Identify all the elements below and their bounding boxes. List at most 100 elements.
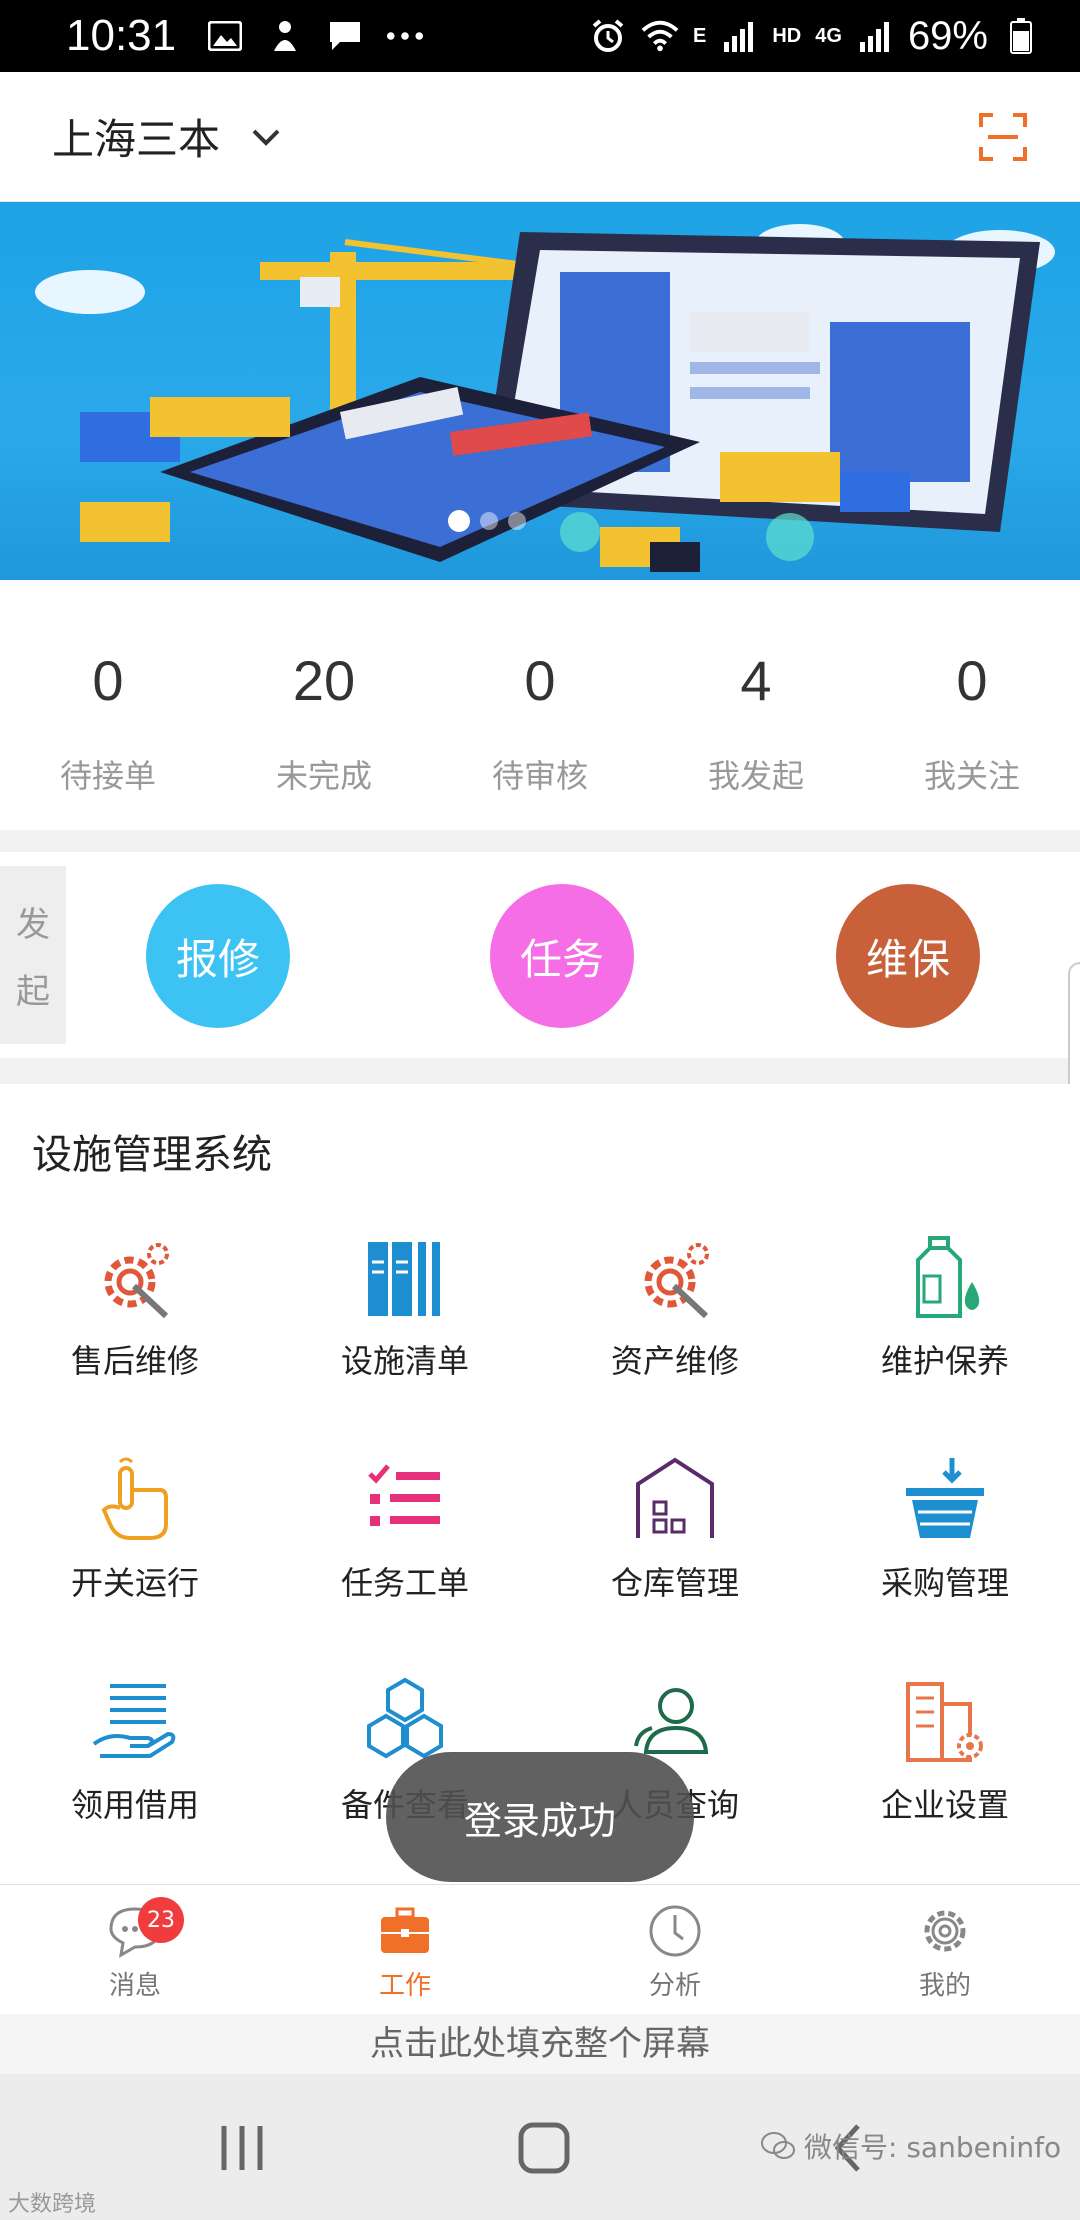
initiate-tab: 发 起 — [0, 866, 66, 1044]
module-label: 任务工单 — [340, 1564, 469, 1602]
status-right: E HD 4G 69% — [589, 14, 1040, 59]
scan-icon[interactable] — [978, 112, 1028, 162]
top-header: 上海三本 — [0, 72, 1080, 202]
stat-label: 我关注 — [923, 757, 1020, 795]
stat-pending-review[interactable]: 0 待审核 — [432, 580, 648, 830]
hd-label: HD — [772, 24, 802, 47]
nav-analysis[interactable]: 分析 — [540, 1885, 810, 2014]
settings-icon — [924, 1910, 966, 1952]
stat-initiated[interactable]: 4 我发起 — [648, 580, 864, 830]
repair-button[interactable]: 报修 — [146, 884, 290, 1028]
nav-label: 分析 — [648, 1971, 701, 2001]
wechat-icon — [761, 2132, 795, 2159]
module-procurement[interactable]: 采购管理 — [810, 1454, 1080, 1614]
nav-label: 工作 — [378, 1971, 431, 2001]
stat-value: 4 — [740, 649, 772, 712]
status-bar: 10:31 E HD 4G 69% — [0, 0, 1080, 72]
network-type-label: 4G — [815, 24, 842, 47]
nav-label: 我的 — [918, 1971, 971, 2001]
carousel-dot[interactable] — [508, 512, 526, 530]
signal-icon — [856, 19, 894, 53]
module-label: 售后维修 — [70, 1342, 199, 1380]
module-label: 企业设置 — [880, 1786, 1009, 1824]
stat-incomplete[interactable]: 20 未完成 — [216, 580, 432, 830]
module-label: 领用借用 — [70, 1786, 199, 1824]
module-label: 采购管理 — [880, 1564, 1009, 1602]
hand-pointer-icon — [101, 1457, 168, 1540]
module-label: 资产维修 — [610, 1342, 739, 1380]
people-icon — [634, 1688, 709, 1754]
module-warehouse[interactable]: 仓库管理 — [540, 1454, 810, 1614]
basket-icon — [906, 1458, 984, 1538]
alarm-icon — [589, 19, 627, 53]
clock-icon — [649, 1905, 701, 1957]
watermark-left: 大数跨境 — [8, 2192, 97, 2217]
stat-label: 我发起 — [707, 757, 804, 795]
gear-wrench-icon — [644, 1243, 709, 1319]
checklist-icon — [368, 1464, 440, 1526]
image-icon — [206, 19, 244, 53]
stat-value: 0 — [956, 649, 988, 712]
carousel-dot[interactable] — [480, 512, 498, 530]
nav-messages[interactable]: 23 消息 — [0, 1885, 270, 2014]
initiate-tab-char: 发 — [16, 905, 50, 945]
section-title: 设施管理系统 — [32, 1132, 272, 1178]
stat-value: 0 — [92, 649, 124, 712]
oil-bottle-icon — [916, 1236, 980, 1318]
nav-work[interactable]: 工作 — [270, 1885, 540, 2014]
module-task-order[interactable]: 任务工单 — [270, 1454, 540, 1614]
stat-value: 20 — [292, 649, 356, 712]
battery-percent: 69% — [907, 13, 988, 58]
stat-pending-accept[interactable]: 0 待接单 — [0, 580, 216, 830]
module-switch-operation[interactable]: 开关运行 — [0, 1454, 270, 1614]
chevron-down-icon[interactable] — [248, 119, 284, 155]
app-notification-icon — [266, 19, 304, 53]
gear-wrench-icon — [104, 1243, 169, 1319]
bottom-nav: 23 消息 工作 分析 我的 — [0, 1884, 1080, 2014]
stat-label: 未完成 — [275, 757, 372, 795]
stat-followed[interactable]: 0 我关注 — [864, 580, 1080, 830]
watermark: 微信号: sanbeninfo — [760, 2126, 1061, 2166]
battery-icon — [1002, 18, 1040, 54]
wifi-icon — [641, 19, 679, 53]
binders-icon — [368, 1242, 440, 1316]
maintenance-button[interactable]: 维保 — [836, 884, 980, 1028]
recent-apps-icon[interactable] — [212, 2118, 272, 2178]
module-label: 维护保养 — [880, 1342, 1009, 1380]
module-label: 仓库管理 — [610, 1564, 739, 1602]
stats-row: 0 待接单 20 未完成 0 待审核 4 我发起 0 我关注 — [0, 580, 1080, 830]
module-after-sales-repair[interactable]: 售后维修 — [0, 1232, 270, 1392]
initiate-section: 发 起 报修 任务 维保 — [0, 852, 1080, 1058]
warehouse-icon — [636, 1457, 714, 1538]
status-time: 10:31 — [66, 11, 177, 60]
module-label: 设施清单 — [340, 1342, 469, 1380]
company-selector-label[interactable]: 上海三本 — [52, 106, 220, 167]
task-button[interactable]: 任务 — [490, 884, 634, 1028]
more-dots-icon — [386, 19, 424, 53]
module-enterprise-settings[interactable]: 企业设置 — [810, 1676, 1080, 1836]
promo-banner[interactable] — [0, 202, 1080, 580]
briefcase-icon — [381, 1907, 429, 1953]
e-network-label: E — [693, 24, 707, 47]
message-icon — [326, 19, 364, 53]
home-icon[interactable] — [514, 2118, 574, 2178]
notification-icons — [206, 19, 424, 53]
module-label: 开关运行 — [70, 1564, 199, 1602]
fill-screen-hint[interactable]: 点击此处填充整个屏幕 — [0, 2014, 1080, 2074]
stat-label: 待接单 — [59, 757, 156, 795]
nav-label: 消息 — [108, 1971, 161, 2001]
module-maintenance[interactable]: 维护保养 — [810, 1232, 1080, 1392]
signal-icon — [720, 19, 758, 53]
hand-list-icon — [92, 1684, 176, 1758]
stat-value: 0 — [524, 649, 556, 712]
module-asset-repair[interactable]: 资产维修 — [540, 1232, 810, 1392]
stat-label: 待审核 — [491, 757, 588, 795]
module-facility-list[interactable]: 设施清单 — [270, 1232, 540, 1392]
unread-badge: 23 — [138, 1897, 184, 1943]
module-borrow[interactable]: 领用借用 — [0, 1676, 270, 1836]
nav-mine[interactable]: 我的 — [810, 1885, 1080, 2014]
initiate-tab-char: 起 — [16, 972, 50, 1012]
watermark-text: 微信号: sanbeninfo — [804, 2131, 1062, 2164]
building-gear-icon — [906, 1682, 983, 1762]
carousel-dot-active[interactable] — [448, 510, 470, 532]
